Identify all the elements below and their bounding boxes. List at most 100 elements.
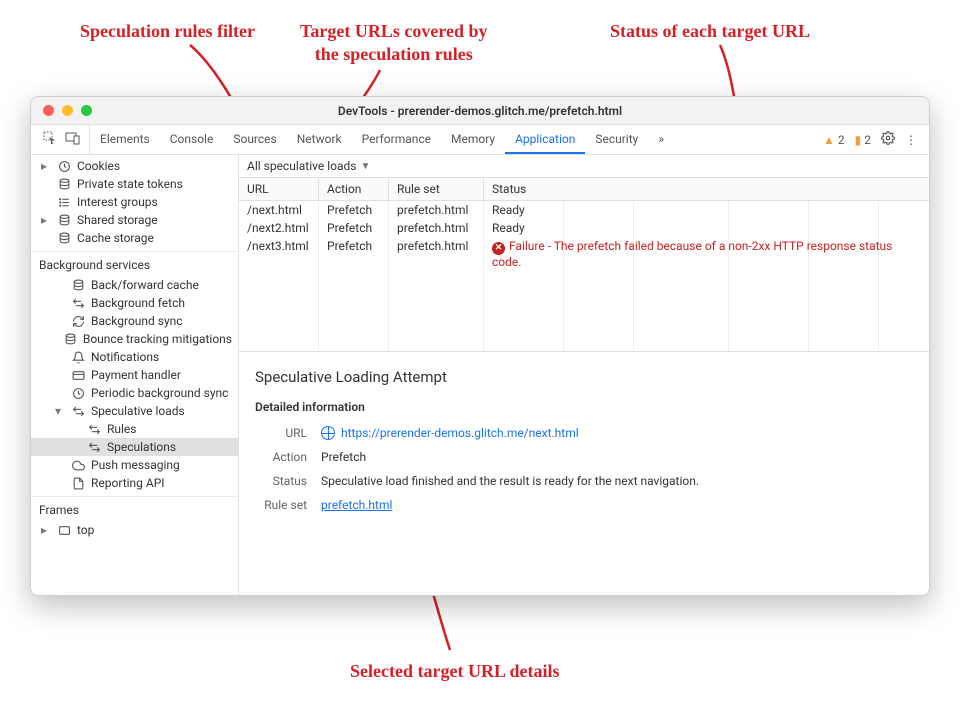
sidebar-item-reporting-api[interactable]: Reporting API [31, 474, 238, 492]
status-cell: Ready [484, 201, 929, 219]
detail-ruleset-value[interactable]: prefetch.html [321, 498, 913, 512]
more-icon[interactable]: ⋮ [905, 133, 917, 147]
warning-icon: ▲ [823, 133, 835, 147]
status-cell: ✕Failure - The prefetch failed because o… [484, 237, 929, 271]
sidebar-item-bounce-tracking-mitigations[interactable]: Bounce tracking mitigations [31, 330, 238, 348]
table-cell: prefetch.html [389, 237, 484, 271]
inspect-icon[interactable] [43, 131, 57, 148]
sync-icon [71, 315, 85, 328]
tab-security[interactable]: Security [585, 125, 648, 154]
table-cell: /next.html [239, 201, 319, 219]
sidebar-item-label: Background fetch [91, 296, 185, 310]
list-icon [57, 196, 71, 209]
cloud-icon [71, 459, 85, 472]
sidebar-item-label: Rules [107, 422, 136, 436]
window-title: DevTools - prerender-demos.glitch.me/pre… [31, 104, 929, 118]
sidebar-item-speculations[interactable]: Speculations [31, 438, 238, 456]
settings-icon[interactable] [881, 131, 895, 148]
error-icon: ✕ [492, 242, 505, 255]
detail-action-value: Prefetch [321, 450, 913, 464]
db-icon [57, 232, 71, 245]
detail-title: Speculative Loading Attempt [255, 368, 913, 386]
db-icon [57, 178, 71, 191]
clock-icon [57, 160, 71, 173]
col-action[interactable]: Action [319, 178, 389, 201]
arrows-icon [71, 297, 85, 310]
arrows-icon [87, 441, 101, 454]
tab-memory[interactable]: Memory [441, 125, 505, 154]
table-row[interactable]: /next.htmlPrefetchprefetch.htmlReady [239, 201, 929, 219]
sidebar-item-label: Payment handler [91, 368, 181, 382]
device-icon[interactable] [65, 131, 81, 148]
tab-elements[interactable]: Elements [90, 125, 160, 154]
detail-url-link: https://prerender-demos.glitch.me/next.h… [341, 426, 579, 440]
sidebar-item-push-messaging[interactable]: Push messaging [31, 456, 238, 474]
detail-url-label: URL [255, 426, 307, 440]
chevron-down-icon: ▼ [360, 161, 370, 172]
table-cell: /next2.html [239, 219, 319, 237]
sidebar-item-top[interactable]: ▸top [31, 521, 238, 539]
sidebar-item-label: Speculations [107, 440, 176, 454]
sidebar-item-background-fetch[interactable]: Background fetch [31, 294, 238, 312]
detail-url-value[interactable]: https://prerender-demos.glitch.me/next.h… [321, 426, 913, 440]
tab-performance[interactable]: Performance [352, 125, 441, 154]
clock-icon [71, 387, 85, 400]
col-url[interactable]: URL [239, 178, 319, 201]
filter-dropdown[interactable]: All speculative loads ▼ [239, 155, 929, 178]
tab-sources[interactable]: Sources [223, 125, 286, 154]
sidebar-item-label: Periodic background sync [91, 386, 228, 400]
sidebar-heading-background: Background services [31, 251, 238, 276]
chevron-right-icon: ▸ [41, 213, 51, 227]
sidebar-item-back-forward-cache[interactable]: Back/forward cache [31, 276, 238, 294]
frame-icon [57, 524, 71, 537]
table-cell: Prefetch [319, 237, 389, 271]
devtools-window: DevTools - prerender-demos.glitch.me/pre… [30, 96, 930, 596]
table-row[interactable]: /next2.htmlPrefetchprefetch.htmlReady [239, 219, 929, 237]
messages-badge[interactable]: ▮ 2 [855, 133, 871, 147]
col-status[interactable]: Status [484, 178, 929, 201]
sidebar-item-payment-handler[interactable]: Payment handler [31, 366, 238, 384]
inspect-tools [35, 125, 90, 154]
detail-panel: Speculative Loading Attempt Detailed inf… [239, 352, 929, 534]
sidebar-item-background-sync[interactable]: Background sync [31, 312, 238, 330]
chevron-right-icon: ▸ [41, 159, 51, 173]
tab-console[interactable]: Console [160, 125, 224, 154]
col-rule-set[interactable]: Rule set [389, 178, 484, 201]
chevron-down-icon: ▾ [55, 404, 65, 418]
messages-count: 2 [864, 133, 871, 147]
table-row[interactable]: /next3.htmlPrefetchprefetch.html✕Failure… [239, 237, 929, 271]
warnings-badge[interactable]: ▲ 2 [823, 133, 845, 147]
tab-application[interactable]: Application [505, 125, 585, 154]
annotation-filter: Speculation rules filter [80, 20, 255, 43]
sidebar-item-periodic-background-sync[interactable]: Periodic background sync [31, 384, 238, 402]
annotation-targets: Target URLs covered by the speculation r… [300, 20, 488, 65]
tab-network[interactable]: Network [287, 125, 352, 154]
table-cell: Prefetch [319, 201, 389, 219]
status-cell: Ready [484, 219, 929, 237]
sidebar-item-notifications[interactable]: Notifications [31, 348, 238, 366]
sidebar-item-interest-groups[interactable]: Interest groups [31, 193, 238, 211]
sidebar-item-rules[interactable]: Rules [31, 420, 238, 438]
sidebar-item-cache-storage[interactable]: Cache storage [31, 229, 238, 247]
annotation-status: Status of each target URL [610, 20, 810, 43]
table-cell: prefetch.html [389, 219, 484, 237]
table-cell: /next3.html [239, 237, 319, 271]
sidebar-item-label: Shared storage [77, 213, 158, 227]
doc-icon [71, 477, 85, 490]
globe-icon [321, 426, 335, 440]
sidebar-item-label: Cookies [77, 159, 120, 173]
detail-ruleset-label: Rule set [255, 498, 307, 512]
sidebar-item-label: Back/forward cache [91, 278, 199, 292]
titlebar: DevTools - prerender-demos.glitch.me/pre… [31, 97, 929, 125]
sidebar-item-shared-storage[interactable]: ▸ Shared storage [31, 211, 238, 229]
speculations-table: URLActionRule setStatus /next.htmlPrefet… [239, 178, 929, 352]
table-cell: prefetch.html [389, 201, 484, 219]
filter-label: All speculative loads [247, 159, 356, 173]
sidebar-item-label: Bounce tracking mitigations [83, 332, 232, 346]
sidebar-item-private-state-tokens[interactable]: Private state tokens [31, 175, 238, 193]
db-icon [71, 279, 85, 292]
sidebar-item-label: Cache storage [77, 231, 154, 245]
tabs-more[interactable]: » [648, 125, 674, 154]
sidebar-item-cookies[interactable]: ▸ Cookies [31, 157, 238, 175]
sidebar-item-speculative-loads[interactable]: ▾Speculative loads [31, 402, 238, 420]
